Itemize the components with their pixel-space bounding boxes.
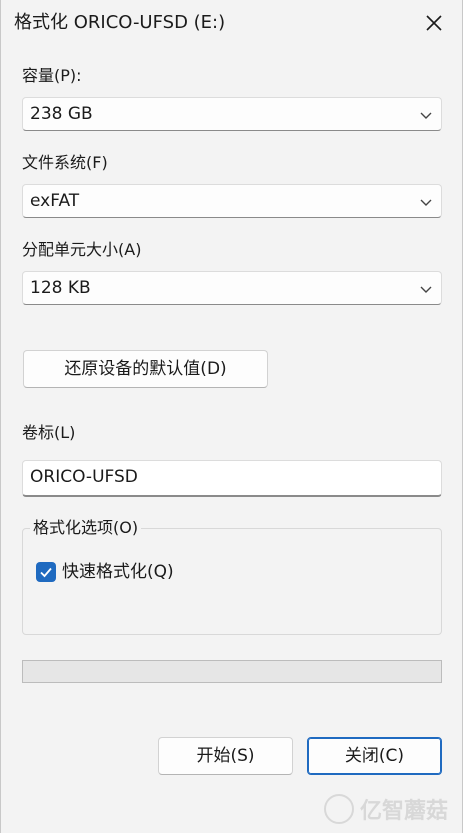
file-system-select[interactable]: exFAT bbox=[22, 184, 442, 218]
format-progress-bar bbox=[22, 660, 442, 683]
file-system-value: exFAT bbox=[30, 191, 80, 211]
checkmark-icon bbox=[40, 567, 52, 578]
allocation-unit-select[interactable]: 128 KB bbox=[22, 271, 442, 305]
allocation-unit-label: 分配单元大小(A) bbox=[22, 240, 142, 259]
capacity-label: 容量(P): bbox=[22, 66, 82, 85]
chevron-down-icon bbox=[420, 112, 432, 119]
close-window-button[interactable] bbox=[414, 6, 454, 40]
watermark: 亿智蘑菇 bbox=[323, 793, 448, 825]
dialog-title: 格式化 ORICO-UFSD (E:) bbox=[14, 12, 226, 33]
start-button[interactable]: 开始(S) bbox=[158, 737, 293, 775]
file-system-label: 文件系统(F) bbox=[22, 153, 108, 172]
quick-format-label[interactable]: 快速格式化(Q) bbox=[62, 562, 174, 583]
format-options-legend: 格式化选项(O) bbox=[30, 518, 142, 538]
volume-label-value: ORICO-UFSD bbox=[30, 467, 138, 487]
close-icon bbox=[426, 15, 442, 31]
quick-format-checkbox[interactable] bbox=[36, 562, 56, 582]
format-dialog: 格式化 ORICO-UFSD (E:) 容量(P): 238 GB 文件系统(F… bbox=[0, 0, 463, 833]
capacity-value: 238 GB bbox=[30, 104, 93, 124]
chevron-down-icon bbox=[420, 199, 432, 206]
allocation-unit-value: 128 KB bbox=[30, 278, 91, 298]
title-bar: 格式化 ORICO-UFSD (E:) bbox=[1, 0, 462, 46]
restore-defaults-button[interactable]: 还原设备的默认值(D) bbox=[23, 350, 268, 388]
watermark-text: 亿智蘑菇 bbox=[359, 799, 448, 824]
capacity-select[interactable]: 238 GB bbox=[22, 97, 442, 131]
watermark-logo-icon bbox=[323, 794, 354, 824]
volume-label-input[interactable]: ORICO-UFSD bbox=[22, 460, 442, 497]
close-button[interactable]: 关闭(C) bbox=[307, 737, 442, 775]
chevron-down-icon bbox=[420, 286, 432, 293]
volume-label-label: 卷标(L) bbox=[22, 423, 76, 442]
